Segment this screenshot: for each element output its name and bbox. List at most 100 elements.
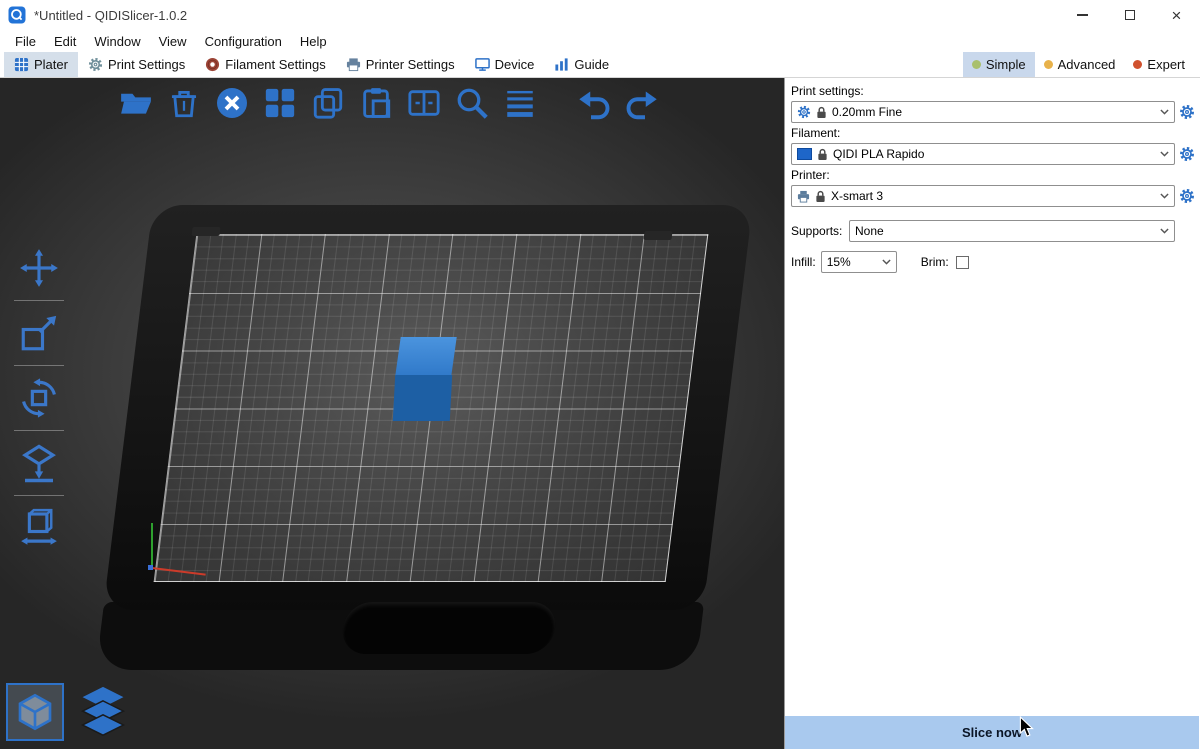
mode-label: Expert <box>1147 57 1185 72</box>
menu-help[interactable]: Help <box>291 32 336 51</box>
rotate-button[interactable] <box>15 374 63 422</box>
mode-simple[interactable]: Simple <box>963 52 1035 77</box>
device-monitor-icon <box>475 57 490 72</box>
printer-value: X-smart 3 <box>831 189 1155 203</box>
printer-combo[interactable]: X-smart 3 <box>791 185 1175 207</box>
minimize-button[interactable] <box>1059 0 1106 30</box>
redo-button[interactable] <box>622 83 662 123</box>
move-button[interactable] <box>15 244 63 292</box>
chevron-down-icon <box>1160 109 1169 115</box>
scale-button[interactable] <box>15 309 63 357</box>
chevron-down-icon <box>1160 193 1169 199</box>
infill-combo[interactable]: 15% <box>821 251 897 273</box>
menu-bar: File Edit Window View Configuration Help <box>0 30 1200 52</box>
tab-printer-settings[interactable]: Printer Settings <box>336 52 465 77</box>
tab-plater[interactable]: Plater <box>4 52 78 77</box>
toolbar-separator <box>14 495 64 496</box>
tab-filament-settings[interactable]: Filament Settings <box>195 52 335 77</box>
scene <box>0 78 784 749</box>
printer-bed-handle <box>340 602 558 654</box>
toolbar-separator <box>14 430 64 431</box>
print-settings-combo[interactable]: 0.20mm Fine <box>791 101 1175 123</box>
chevron-down-icon <box>1160 151 1169 157</box>
tab-label: Print Settings <box>108 57 185 72</box>
paste-button[interactable] <box>356 83 396 123</box>
copy-icon <box>311 86 345 120</box>
menu-configuration[interactable]: Configuration <box>196 32 291 51</box>
gear-icon <box>88 57 103 72</box>
menu-edit[interactable]: Edit <box>45 32 85 51</box>
toolbar-separator <box>14 365 64 366</box>
place-on-face-button[interactable] <box>15 439 63 487</box>
menu-view[interactable]: View <box>150 32 196 51</box>
search-button[interactable] <box>452 83 492 123</box>
preview-layers-icon <box>79 686 127 738</box>
menu-file[interactable]: File <box>6 32 45 51</box>
model-cube[interactable] <box>394 337 456 423</box>
brim-label: Brim: <box>921 255 949 269</box>
undo-button[interactable] <box>574 83 614 123</box>
delete-all-button[interactable] <box>212 83 252 123</box>
measure-button[interactable] <box>15 504 63 552</box>
tab-label: Guide <box>574 57 609 72</box>
advanced-mode-dot-icon <box>1044 60 1053 69</box>
filament-value: QIDI PLA Rapido <box>833 147 1155 161</box>
model-cube-front-face <box>393 375 452 421</box>
variable-layer-height-button[interactable] <box>500 83 540 123</box>
edit-filament-button[interactable] <box>1178 144 1195 164</box>
delete-trash-icon <box>167 86 201 120</box>
slice-now-button[interactable]: Slice now <box>785 716 1199 749</box>
edit-print-settings-button[interactable] <box>1178 102 1195 122</box>
tab-device[interactable]: Device <box>465 52 545 77</box>
search-icon <box>454 85 490 121</box>
3d-editor-view-button[interactable] <box>6 683 64 741</box>
menu-window[interactable]: Window <box>85 32 149 51</box>
view-mode-toolbar <box>6 683 130 741</box>
place-on-face-icon <box>18 442 60 484</box>
arrange-button[interactable] <box>260 83 300 123</box>
printer-icon <box>346 57 361 72</box>
lock-icon <box>815 190 826 203</box>
maximize-button[interactable] <box>1106 0 1153 30</box>
3d-viewport[interactable] <box>0 78 785 749</box>
tab-label: Filament Settings <box>225 57 325 72</box>
supports-combo[interactable]: None <box>849 220 1175 242</box>
filament-combo[interactable]: QIDI PLA Rapido <box>791 143 1175 165</box>
bed-clip <box>643 231 672 240</box>
close-button[interactable]: × <box>1153 0 1200 30</box>
chevron-down-icon <box>1160 228 1169 234</box>
lock-icon <box>817 148 828 161</box>
printer-icon <box>797 190 810 203</box>
settings-sidebar: Print settings: 0.20mm Fine <box>785 78 1199 749</box>
mode-advanced[interactable]: Advanced <box>1035 52 1125 77</box>
window-controls: × <box>1059 0 1200 30</box>
title-bar: *Untitled - QIDISlicer-1.0.2 × <box>0 0 1200 30</box>
model-cube-top-face <box>395 337 456 376</box>
split-button[interactable] <box>404 83 444 123</box>
supports-label: Supports: <box>791 224 846 238</box>
delete-button[interactable] <box>164 83 204 123</box>
edit-printer-button[interactable] <box>1178 186 1195 206</box>
copy-button[interactable] <box>308 83 348 123</box>
print-settings-label: Print settings: <box>791 84 1195 98</box>
bed-clip <box>191 227 220 236</box>
close-icon: × <box>1172 7 1182 24</box>
plater-icon <box>14 57 29 72</box>
tab-print-settings[interactable]: Print Settings <box>78 52 195 77</box>
window-title: *Untitled - QIDISlicer-1.0.2 <box>34 8 187 23</box>
preview-button[interactable] <box>76 683 130 741</box>
mode-expert[interactable]: Expert <box>1124 52 1194 77</box>
tab-label: Device <box>495 57 535 72</box>
printer-label: Printer: <box>791 168 1195 182</box>
mode-switcher: Simple Advanced Expert <box>963 52 1200 77</box>
mode-label: Simple <box>986 57 1026 72</box>
tab-guide[interactable]: Guide <box>544 52 619 77</box>
rotate-icon <box>18 377 60 419</box>
delete-all-icon <box>214 85 250 121</box>
brim-checkbox[interactable] <box>956 256 969 269</box>
guide-bars-icon <box>554 57 569 72</box>
origin-indicator <box>148 565 153 570</box>
maximize-icon <box>1125 10 1135 20</box>
open-folder-button[interactable] <box>116 83 156 123</box>
lock-icon <box>816 106 827 119</box>
